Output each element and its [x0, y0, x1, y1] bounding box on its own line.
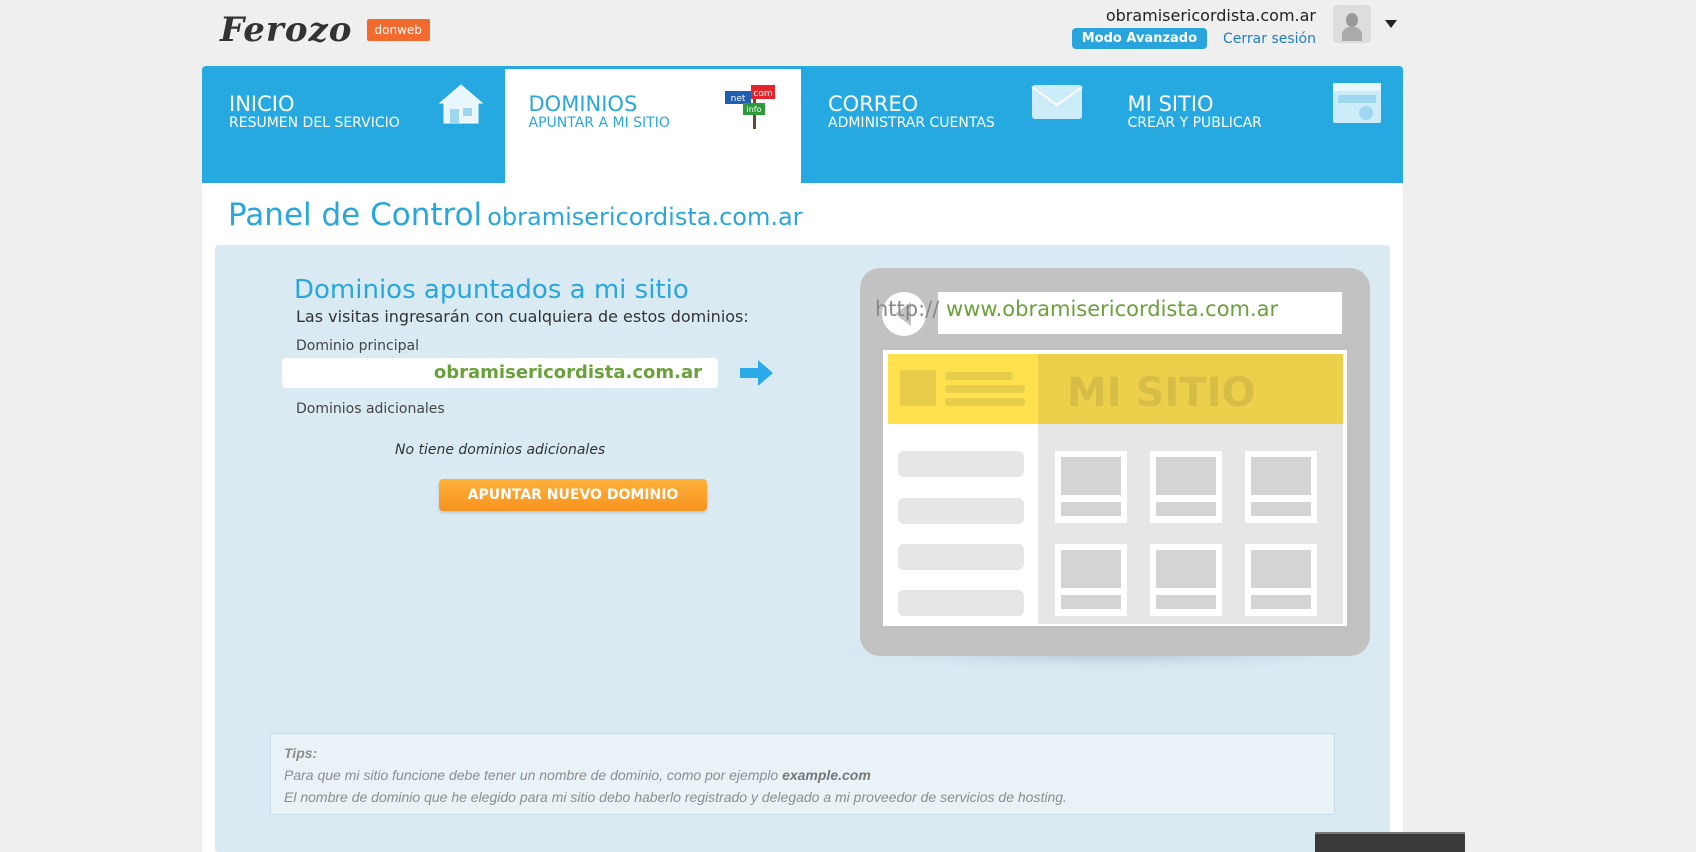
mockup-url: http:// www.obramisericordista.com.ar	[875, 297, 1278, 321]
chevron-down-icon[interactable]	[1385, 20, 1397, 28]
tips-title: Tips:	[284, 745, 318, 761]
advanced-mode-button[interactable]: Modo Avanzado	[1071, 28, 1208, 49]
tips-example: example.com	[782, 767, 871, 783]
no-additional-text: No tiene dominios adicionales	[395, 442, 606, 458]
tips-line-2: El nombre de dominio que he elegido para…	[284, 789, 1067, 805]
tab-correo[interactable]: CORREO ADMINISTRAR CUENTAS	[804, 69, 1101, 183]
principal-label: Dominio principal	[296, 338, 419, 354]
site-mockup-illustration: MI SITIO	[790, 268, 1380, 675]
additional-label: Dominios adicionales	[296, 401, 445, 417]
point-new-domain-button[interactable]: APUNTAR NUEVO DOMINIO	[439, 479, 707, 511]
brand-logo[interactable]: Ferozo donweb	[220, 10, 430, 50]
main-content: Panel de Control obramisericordista.com.…	[202, 183, 1403, 852]
panel-title: Panel de Control	[228, 197, 483, 233]
avatar[interactable]	[1333, 5, 1371, 43]
tab-mi-sitio[interactable]: MI SITIO CREAR Y PUBLICAR	[1104, 69, 1401, 183]
panel-domain: obramisericordista.com.ar	[487, 203, 803, 231]
envelope-icon	[1030, 85, 1083, 119]
house-icon	[438, 84, 483, 124]
arrow-right-icon	[740, 360, 773, 386]
url-protocol: http://	[875, 297, 940, 321]
site-label: MI SITIO	[1067, 370, 1255, 416]
domains-panel: Dominios apuntados a mi sitio Las visita…	[215, 245, 1390, 852]
logo-badge: donweb	[366, 19, 430, 41]
account-area: obramisericordista.com.ar Modo Avanzado …	[1071, 6, 1316, 49]
page-title: Panel de Control obramisericordista.com.…	[228, 197, 803, 233]
tips-box: Tips: Para que mi sitio funcione debe te…	[270, 733, 1335, 815]
logout-link[interactable]: Cerrar sesión	[1223, 31, 1316, 47]
url-domain: www.obramisericordista.com.ar	[946, 297, 1279, 321]
tab-inicio[interactable]: INICIO RESUMEN DEL SERVICIO	[205, 69, 502, 183]
account-domain: obramisericordista.com.ar	[1105, 6, 1316, 25]
svg-text:info: info	[746, 105, 761, 114]
browser-window-icon	[1333, 83, 1381, 123]
svg-text:net: net	[731, 94, 746, 104]
domain-signs-icon: com net info	[725, 85, 775, 129]
domains-subtitle: Las visitas ingresarán con cualquiera de…	[296, 307, 749, 326]
tips-line-1: Para que mi sitio funcione debe tener un…	[284, 767, 871, 783]
principal-domain-field: obramisericordista.com.ar	[282, 358, 718, 388]
domains-title: Dominios apuntados a mi sitio	[294, 275, 689, 305]
main-nav: INICIO RESUMEN DEL SERVICIO DOMINIOS APU…	[202, 66, 1403, 183]
taskbar-fragment	[1315, 832, 1465, 852]
tab-dominios[interactable]: DOMINIOS APUNTAR A MI SITIO com net info	[504, 69, 801, 183]
svg-text:com: com	[753, 89, 772, 99]
logo-text: Ferozo	[220, 10, 353, 50]
